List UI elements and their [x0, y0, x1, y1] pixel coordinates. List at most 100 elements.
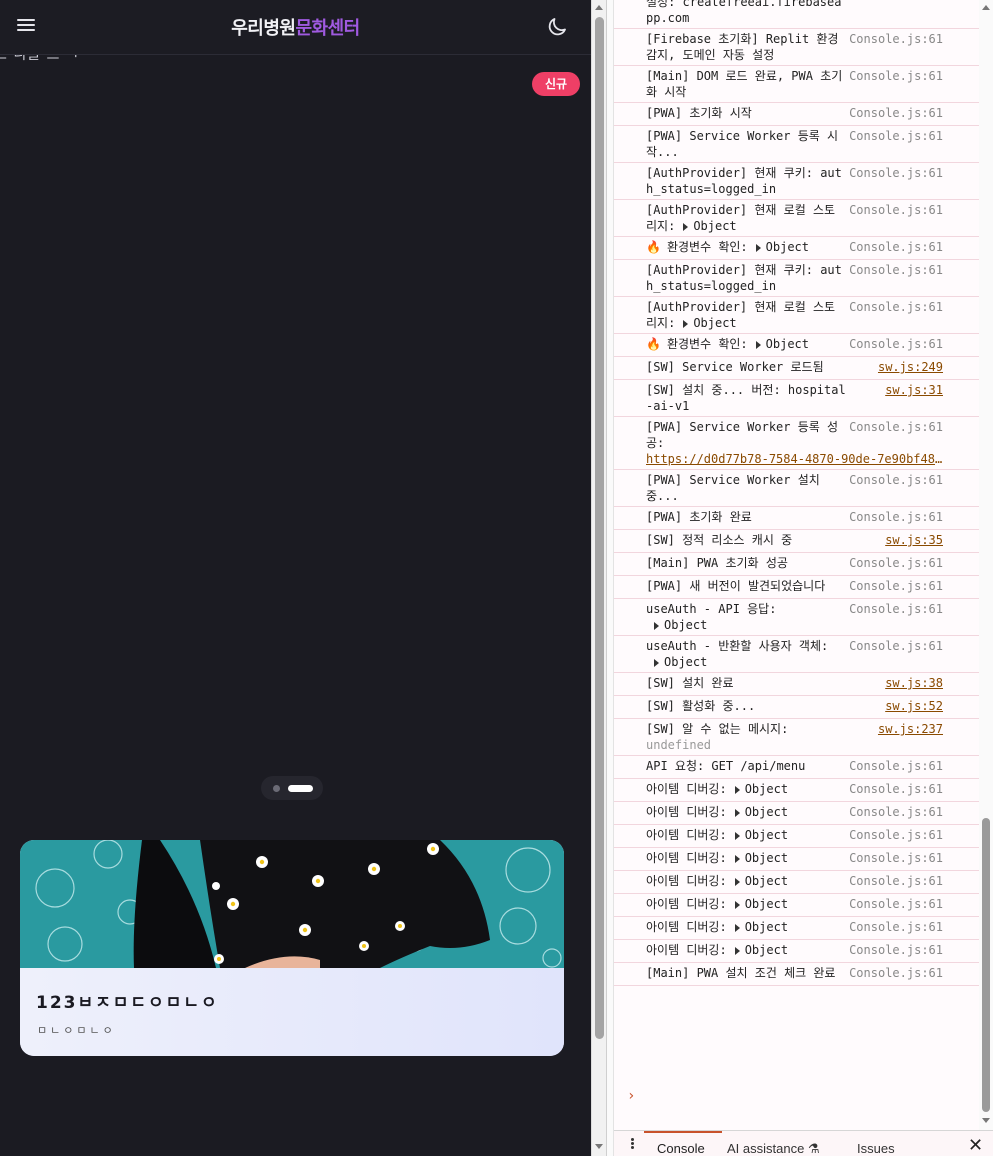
expand-triangle-icon[interactable] — [734, 808, 740, 817]
new-badge: 신규 — [532, 72, 580, 96]
console-source-link[interactable]: sw.js:52 — [885, 698, 943, 714]
carousel-dot-1[interactable] — [273, 785, 280, 792]
expand-triangle-icon[interactable] — [654, 621, 659, 630]
app-title-main: 우리병원 — [231, 18, 296, 39]
console-prompt[interactable]: › — [627, 1088, 635, 1104]
console-source-link[interactable]: Console.js:61 — [849, 638, 943, 654]
expand-triangle-icon[interactable] — [734, 831, 740, 840]
console-log-message: useAuth - API 응답: Object — [646, 601, 846, 633]
console-object[interactable]: Object — [745, 897, 788, 911]
app-title[interactable]: 우리병원문화센터 — [0, 14, 591, 40]
console-source-link[interactable]: Console.js:61 — [849, 419, 943, 435]
scroll-down-arrow-icon[interactable] — [595, 1144, 603, 1149]
scroll-up-arrow-icon[interactable] — [595, 5, 603, 10]
console-source-link[interactable]: Console.js:61 — [849, 31, 943, 47]
console-object[interactable]: Object — [664, 655, 707, 669]
console-log-message: [PWA] Service Worker 설치 중... — [646, 472, 846, 504]
console-source-link[interactable]: Console.js:61 — [849, 299, 943, 315]
expand-triangle-icon[interactable] — [755, 243, 761, 252]
console-source-link[interactable]: Console.js:61 — [849, 758, 943, 774]
console-log-text: [SW] 설치 완료 — [646, 676, 734, 690]
console-source-link[interactable]: sw.js:31 — [885, 382, 943, 398]
console-object[interactable]: Object — [745, 782, 788, 796]
console-source-link[interactable]: Console.js:61 — [849, 942, 943, 958]
expand-triangle-icon[interactable] — [734, 785, 740, 794]
console-log-row: [AuthProvider] 현재 쿠키: auth_status=logged… — [614, 260, 979, 297]
close-drawer-icon[interactable]: ✕ — [968, 1137, 983, 1155]
console-log-message: 아이템 디버깅: Object — [646, 919, 846, 935]
console-log-text: [AuthProvider] 현재 쿠키: auth_status=logged… — [646, 166, 842, 196]
console-source-link[interactable]: Console.js:61 — [849, 850, 943, 866]
console-source-link[interactable]: sw.js:237 — [878, 721, 943, 737]
expand-triangle-icon[interactable] — [734, 854, 740, 863]
console-log-row: [PWA] Service Worker 설치 중... Console.js:6… — [614, 470, 979, 507]
console-log-row: [SW] 정적 리소스 캐시 중 sw.js:35 — [614, 530, 979, 553]
console-object[interactable]: Object — [745, 805, 788, 819]
expand-triangle-icon[interactable] — [654, 658, 659, 667]
console-scroll-up-arrow-icon[interactable] — [982, 5, 990, 10]
expand-triangle-icon[interactable] — [734, 877, 740, 886]
tab-console[interactable]: Console — [657, 1141, 705, 1156]
console-source-link[interactable]: Console.js:61 — [849, 601, 943, 617]
console-log-row: [SW] Service Worker 로드됨 sw.js:249 — [614, 357, 979, 380]
console-source-link[interactable]: Console.js:61 — [849, 68, 943, 84]
console-object[interactable]: Object — [745, 874, 788, 888]
console-object[interactable]: Object — [745, 851, 788, 865]
app-scrollbar[interactable] — [591, 0, 606, 1156]
console-source-link[interactable]: sw.js:38 — [885, 675, 943, 691]
console-source-link[interactable]: Console.js:61 — [849, 555, 943, 571]
expand-triangle-icon[interactable] — [734, 946, 740, 955]
console-url-link[interactable]: https://d0d77b78-7584-4870-90de-7e90bf48… — [646, 451, 946, 467]
console-log-row: [PWA] Service Worker 등록 시작... Console.js:… — [614, 126, 979, 163]
console-source-link[interactable]: Console.js:61 — [849, 827, 943, 843]
expand-triangle-icon[interactable] — [755, 340, 761, 349]
console-scroll-down-arrow-icon[interactable] — [982, 1118, 990, 1123]
carousel-dot-2-active[interactable] — [288, 785, 313, 792]
program-card[interactable]: 123ㅂㅈㅁㄷㅇㅁㄴㅇ ㅁㄴㅇㅁㄴㅇ — [20, 840, 564, 1056]
console-scrollbar-thumb[interactable] — [982, 818, 990, 1112]
console-source-link[interactable]: Console.js:61 — [849, 896, 943, 912]
console-source-link[interactable]: Console.js:61 — [849, 578, 943, 594]
tab-issues[interactable]: Issues — [857, 1141, 895, 1156]
console-source-link[interactable]: Console.js:61 — [849, 336, 943, 352]
console-source-link[interactable]: Console.js:61 — [849, 165, 943, 181]
console-object[interactable]: Object — [745, 943, 788, 957]
console-source-link[interactable]: Console.js:61 — [849, 509, 943, 525]
console-object[interactable]: Object — [766, 240, 809, 254]
expand-triangle-icon[interactable] — [683, 319, 689, 328]
expand-triangle-icon[interactable] — [734, 923, 740, 932]
expand-triangle-icon[interactable] — [683, 222, 689, 231]
console-log-row: [AuthProvider] 현재 로컬 스토리지: Object Console.… — [614, 200, 979, 237]
console-source-link[interactable]: Console.js:61 — [849, 472, 943, 488]
console-log-text: 아이템 디버깅: — [646, 828, 727, 842]
console-source-link[interactable]: Console.js:61 — [849, 781, 943, 797]
console-log-text: 아이템 디버깅: — [646, 920, 727, 934]
console-scrollbar[interactable] — [979, 0, 993, 1130]
console-object[interactable]: Object — [745, 828, 788, 842]
console-source-link[interactable]: Console.js:61 — [849, 128, 943, 144]
console-source-link[interactable]: sw.js:35 — [885, 532, 943, 548]
console-source-link[interactable]: Console.js:61 — [849, 262, 943, 278]
console-source-link[interactable]: Console.js:61 — [849, 202, 943, 218]
tab-ai-assistance[interactable]: AI assistance ⚗ — [727, 1141, 820, 1156]
console-object[interactable]: Object — [745, 920, 788, 934]
console-source-link[interactable]: sw.js:249 — [878, 359, 943, 375]
console-source-link[interactable]: Console.js:61 — [849, 105, 943, 121]
console-object[interactable]: Object — [693, 316, 736, 330]
panel-divider[interactable] — [606, 0, 614, 1156]
fire-icon: 🔥 — [646, 240, 661, 254]
console-object[interactable]: Object — [766, 337, 809, 351]
console-source-link[interactable]: Console.js:61 — [849, 965, 943, 981]
console-source-link[interactable]: Console.js:61 — [849, 804, 943, 820]
expand-triangle-icon[interactable] — [734, 900, 740, 909]
console-source-link[interactable]: Console.js:61 — [849, 919, 943, 935]
console-object[interactable]: Object — [664, 618, 707, 632]
moon-icon[interactable] — [545, 15, 569, 39]
console-log-text: [AuthProvider] 현재 쿠키: auth_status=logged… — [646, 263, 842, 293]
console-source-link[interactable]: Console.js:61 — [849, 239, 943, 255]
console-object[interactable]: Object — [693, 219, 736, 233]
console-source-link[interactable]: Console.js:61 — [849, 873, 943, 889]
more-options-icon[interactable] — [627, 1137, 637, 1153]
app-scrollbar-thumb[interactable] — [595, 17, 604, 1039]
console-log-text: 아이템 디버깅: — [646, 782, 727, 796]
